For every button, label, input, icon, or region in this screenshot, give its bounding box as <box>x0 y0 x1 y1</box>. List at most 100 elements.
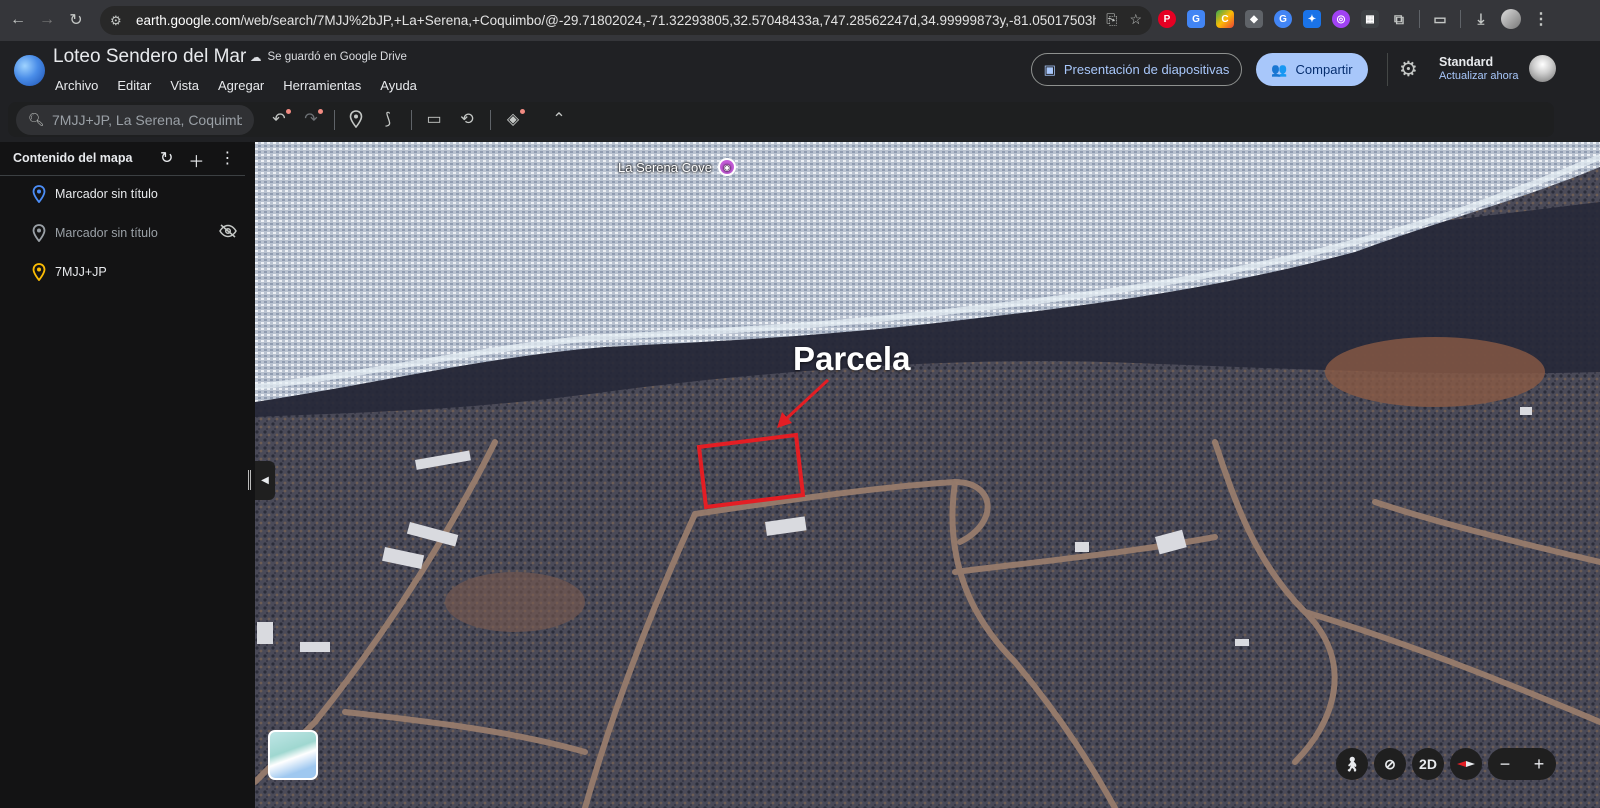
cloud-done-icon: ☁ <box>250 52 262 64</box>
menu-archivo[interactable]: Archivo <box>55 78 98 93</box>
toggle-2d-button[interactable]: 2D <box>1412 748 1444 780</box>
slideshow-button[interactable]: ▣ Presentación de diapositivas <box>1031 53 1242 86</box>
toolbar-divider <box>1419 10 1420 28</box>
more-vert-icon[interactable]: ⋮ <box>219 148 235 172</box>
toolbar-divider <box>1460 10 1461 28</box>
poi-label-text: La Serena Cove <box>618 159 712 175</box>
project-title[interactable]: Loteo Sendero del Mar <box>53 46 246 68</box>
placemark-pin-icon <box>32 185 46 203</box>
menu-bar: Archivo Editar Vista Agregar Herramienta… <box>55 78 436 93</box>
extensions-icon[interactable]: ⧉ <box>1390 10 1408 28</box>
upgrade-link[interactable]: Actualizar ahora <box>1439 70 1519 82</box>
visibility-off-icon[interactable] <box>219 224 237 242</box>
header-divider <box>1387 53 1388 86</box>
forward-icon[interactable]: → <box>32 5 62 35</box>
plan-name: Standard <box>1439 55 1494 69</box>
map-style-thumbnail[interactable] <box>268 730 318 780</box>
satellite-imagery <box>255 142 1600 808</box>
chevron-up-icon[interactable]: ⌃ <box>548 108 570 130</box>
zoom-controls: − + <box>1488 748 1556 780</box>
refresh-icon[interactable]: ↻ <box>160 148 173 172</box>
plan-info[interactable]: Standard Actualizar ahora <box>1439 55 1519 82</box>
share-label: Compartir <box>1295 62 1353 77</box>
toolbar-separator <box>411 110 412 130</box>
browser-menu-icon[interactable]: ⋮ <box>1532 10 1550 28</box>
compass-icon[interactable] <box>1450 748 1482 780</box>
poi-label[interactable]: La Serena Cove ◉ <box>618 158 736 176</box>
color-extension-icon[interactable]: C <box>1216 10 1234 28</box>
site-info-icon[interactable]: ⚙ <box>110 13 130 29</box>
download-icon[interactable]: ⤓ <box>1472 10 1490 28</box>
pegman-icon[interactable]: 🚶︎ <box>1336 748 1368 780</box>
placemark-pin-icon <box>32 224 46 242</box>
reload-icon[interactable]: ↻ <box>61 5 91 35</box>
panel-divider <box>0 175 245 176</box>
browser-profile-avatar[interactable] <box>1501 9 1521 29</box>
panel-resize-handle[interactable] <box>248 470 251 490</box>
add-placemark-icon[interactable] <box>345 108 367 130</box>
redo-notification-dot <box>318 109 323 114</box>
add-icon[interactable]: ＋ <box>188 148 204 172</box>
search-input[interactable] <box>52 112 242 128</box>
save-status-text: Se guardó en Google Drive <box>267 51 407 63</box>
list-item-label: Marcador sin título <box>55 187 158 201</box>
menu-ayuda[interactable]: Ayuda <box>380 78 417 93</box>
undo-notification-dot <box>286 109 291 114</box>
menu-editar[interactable]: Editar <box>117 78 151 93</box>
blue-circle-extension-icon[interactable]: G <box>1274 10 1292 28</box>
panel-heading: Contenido del mapa <box>13 151 133 165</box>
puzzle-extension-icon[interactable]: ◆ <box>1245 10 1263 28</box>
draw-path-icon[interactable]: ⟆ <box>377 108 399 130</box>
translate-extension-icon[interactable]: G <box>1187 10 1205 28</box>
grid-extension-icon[interactable]: ▦ <box>1361 10 1379 28</box>
map-controls: 🚶︎ ⊘ 2D − + <box>1336 748 1556 780</box>
camera-poi-icon[interactable]: ◉ <box>717 158 736 176</box>
toolbar-separator <box>334 110 335 130</box>
menu-herramientas[interactable]: Herramientas <box>283 78 361 93</box>
menu-agregar[interactable]: Agregar <box>218 78 264 93</box>
list-item-label: Marcador sin título <box>55 226 158 240</box>
purple-extension-icon[interactable]: ◎ <box>1332 10 1350 28</box>
people-icon: 👥 <box>1271 61 1288 77</box>
search-icon: 🔍︎ <box>28 112 45 127</box>
list-item-placemark-2[interactable]: Marcador sin título <box>0 216 245 250</box>
menu-vista[interactable]: Vista <box>170 78 199 93</box>
url-host: earth.google.com <box>136 13 241 28</box>
url-text[interactable]: earth.google.com/web/search/7MJJ%2bJP,+L… <box>136 13 1096 28</box>
history-icon[interactable]: ⟲ <box>456 108 478 130</box>
reset-tilt-icon[interactable]: ⊘ <box>1374 748 1406 780</box>
toolbar-separator <box>490 110 491 130</box>
measure-ruler-icon[interactable]: ▭ <box>423 108 445 130</box>
map-toolbar: 🔍︎ ↶ ↷ ⟆ ▭ ⟲ ◈ ⌃ <box>8 102 1554 137</box>
reading-mode-icon[interactable]: ▭ <box>1431 10 1449 28</box>
list-item-placemark-1[interactable]: Marcador sin título <box>0 177 245 211</box>
map-content-panel: Contenido del mapa ↻ ＋ ⋮ Marcador sin tí… <box>0 142 255 808</box>
share-button[interactable]: 👥 Compartir <box>1256 53 1368 86</box>
bookmark-star-icon[interactable]: ☆ <box>1129 11 1142 28</box>
zoom-out-icon[interactable]: − <box>1500 754 1511 775</box>
blue-square-extension-icon[interactable]: ✦ <box>1303 10 1321 28</box>
address-bar[interactable]: ⚙ earth.google.com/web/search/7MJJ%2bJP,… <box>100 6 1152 35</box>
install-app-icon[interactable]: ⎘ <box>1106 11 1117 28</box>
collapse-panel-button[interactable]: ◀ <box>255 461 275 500</box>
app-header: Loteo Sendero del Mar ☁ Se guardó en Goo… <box>0 41 1600 101</box>
list-item-label: 7MJJ+JP <box>55 265 107 279</box>
save-status: ☁ Se guardó en Google Drive <box>250 50 407 64</box>
list-item-plus-code[interactable]: 7MJJ+JP <box>0 255 245 289</box>
parcel-annotation-label: Parcela <box>793 340 911 377</box>
search-box[interactable]: 🔍︎ <box>16 105 254 135</box>
slideshow-label: Presentación de diapositivas <box>1063 62 1230 77</box>
zoom-in-icon[interactable]: + <box>1534 754 1545 775</box>
pin-outline-icon <box>349 110 363 128</box>
browser-toolbar: ← → ↻ ⚙ earth.google.com/web/search/7MJJ… <box>0 0 1600 41</box>
google-earth-logo-icon[interactable] <box>14 55 45 86</box>
satellite-map-view[interactable] <box>255 142 1600 808</box>
settings-gear-icon[interactable]: ⚙ <box>1399 57 1418 82</box>
placemark-pin-icon <box>32 263 46 281</box>
layers-notification-dot <box>520 109 525 114</box>
pinterest-extension-icon[interactable]: P <box>1158 10 1176 28</box>
url-path: /web/search/7MJJ%2bJP,+La+Serena,+Coquim… <box>240 13 1096 28</box>
slideshow-icon: ▣ <box>1043 61 1056 77</box>
back-icon[interactable]: ← <box>3 5 33 35</box>
account-avatar[interactable] <box>1529 55 1556 82</box>
